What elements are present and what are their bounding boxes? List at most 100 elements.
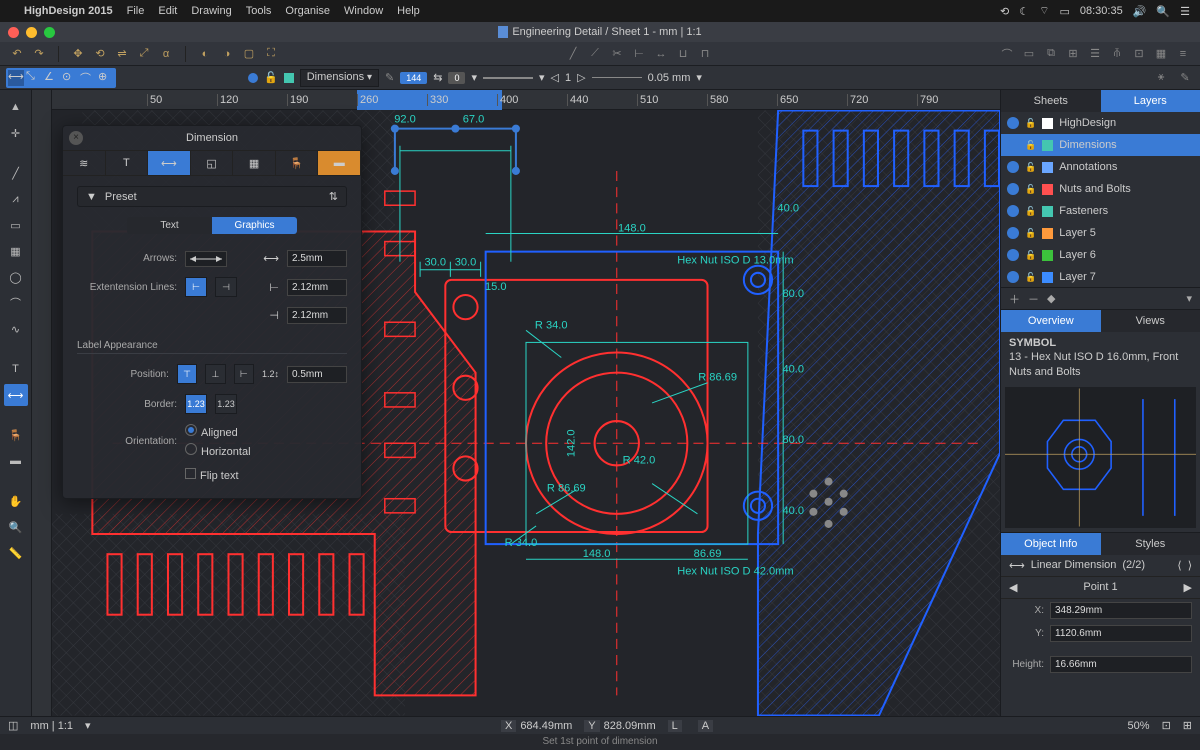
- battery-icon[interactable]: ▭: [1059, 5, 1069, 18]
- layer-visibility-icon[interactable]: [1007, 117, 1019, 129]
- field-height[interactable]: [1050, 656, 1192, 673]
- dim-mode-4-icon[interactable]: ⊙: [62, 70, 78, 86]
- tb-line2-icon[interactable]: ⟋: [586, 45, 604, 63]
- obj-prev-button[interactable]: ⟨: [1177, 559, 1181, 572]
- layer-swatch-icon[interactable]: [1042, 184, 1053, 195]
- tool-pan[interactable]: ✋: [4, 490, 28, 512]
- dropdown-2[interactable]: ▾: [539, 71, 545, 84]
- tool-hatch[interactable]: ▦: [4, 240, 28, 262]
- layer-color-icon[interactable]: [284, 73, 294, 83]
- tb-align-icon[interactable]: ☰: [1086, 45, 1104, 63]
- layer-menu-button[interactable]: ▾: [1186, 292, 1192, 305]
- minimize-window-icon[interactable]: [26, 27, 37, 38]
- dimtab-3[interactable]: ⟷: [148, 151, 191, 175]
- layer-swatch-icon[interactable]: [1042, 250, 1053, 261]
- dimtab-2[interactable]: T: [106, 151, 149, 175]
- menu-icon[interactable]: ☰: [1180, 5, 1190, 18]
- tb-join-icon[interactable]: ⊔: [674, 45, 692, 63]
- tool-select[interactable]: ▲: [4, 96, 28, 118]
- layer-row[interactable]: 🔓 Dimensions: [1001, 134, 1200, 156]
- dim-mode-3-icon[interactable]: ∠: [44, 70, 60, 86]
- layer-lock-icon[interactable]: 🔓: [1025, 206, 1036, 217]
- tb-extend-icon[interactable]: ↔: [652, 45, 670, 63]
- tab-layers[interactable]: Layers: [1101, 90, 1200, 112]
- tb-scale-icon[interactable]: ⤢: [135, 45, 153, 63]
- layer-visibility-icon[interactable]: [1007, 227, 1019, 239]
- app-name[interactable]: HighDesign 2015: [24, 5, 113, 17]
- lineweight-preview[interactable]: [592, 77, 642, 78]
- tool-wall[interactable]: ▬: [4, 450, 28, 472]
- tb-frame-icon[interactable]: ▢: [240, 45, 258, 63]
- tool-measure[interactable]: 📏: [4, 542, 28, 564]
- layer-swatch-icon[interactable]: [1042, 228, 1053, 239]
- field-x[interactable]: [1050, 602, 1192, 619]
- layer-lock-icon[interactable]: 🔓: [1025, 184, 1036, 195]
- menu-organise[interactable]: Organise: [285, 5, 330, 17]
- overview-preview[interactable]: [1005, 387, 1196, 528]
- layer-visibility-icon[interactable]: [1007, 271, 1019, 283]
- dim-mode-2-icon[interactable]: ⤡: [26, 70, 42, 86]
- layer-lock-icon[interactable]: 🔓: [1025, 272, 1036, 283]
- tab-overview[interactable]: Overview: [1001, 310, 1101, 332]
- prop-tool1-icon[interactable]: ⚹: [1152, 69, 1170, 87]
- arrow-style-selector[interactable]: [185, 251, 227, 267]
- linetype-preview[interactable]: [483, 77, 533, 79]
- tb-expand-icon[interactable]: ⛶: [262, 45, 280, 63]
- dimtab-7[interactable]: ▬: [318, 151, 361, 175]
- tb-rect-icon[interactable]: ▭: [1020, 45, 1038, 63]
- tb-alpha-icon[interactable]: α: [157, 45, 175, 63]
- pen-weight-icon[interactable]: ✎: [385, 71, 394, 84]
- menu-tools[interactable]: Tools: [246, 5, 272, 17]
- tb-line1-icon[interactable]: ╱: [564, 45, 582, 63]
- pos-field[interactable]: [287, 366, 347, 383]
- border-btn-1[interactable]: 1.23: [185, 394, 207, 414]
- tool-dimension[interactable]: ⟷: [4, 384, 28, 406]
- tab-object-info[interactable]: Object Info: [1001, 533, 1101, 555]
- ext-field-2[interactable]: [287, 307, 347, 324]
- chip-2[interactable]: 0: [448, 72, 465, 84]
- obj-next-button[interactable]: ⟩: [1188, 559, 1192, 572]
- check-flip[interactable]: Flip text: [185, 468, 239, 482]
- menu-file[interactable]: File: [127, 5, 145, 17]
- layer-row[interactable]: 🔓 Layer 5: [1001, 222, 1200, 244]
- spotlight-icon[interactable]: 🔍: [1156, 5, 1170, 18]
- pos-btn-1[interactable]: ⊤: [177, 364, 197, 384]
- tb-layers-icon[interactable]: ≡: [1174, 45, 1192, 63]
- status-tool1-icon[interactable]: ⊡: [1162, 719, 1171, 732]
- field-y[interactable]: [1050, 625, 1192, 642]
- layer-add-button[interactable]: ＋: [1009, 291, 1020, 307]
- dimtab-5[interactable]: ▦: [233, 151, 276, 175]
- tb-arc-icon[interactable]: ⌒: [998, 45, 1016, 63]
- dnd-icon[interactable]: ☾: [1019, 5, 1029, 18]
- tb-redo-icon[interactable]: ↷: [30, 45, 48, 63]
- layer-visibility-icon[interactable]: [1007, 249, 1019, 261]
- tool-arc[interactable]: ⌒: [4, 292, 28, 314]
- wifi-icon[interactable]: ⌔: [1039, 4, 1049, 18]
- dim-mode-1-icon[interactable]: ⟷: [8, 70, 24, 86]
- layer-swatch-icon[interactable]: [1042, 272, 1053, 283]
- layer-remove-button[interactable]: －: [1028, 291, 1039, 307]
- tb-distribute-icon[interactable]: ⫚: [1108, 45, 1126, 63]
- tool-line[interactable]: ╱: [4, 162, 28, 184]
- status-icon-2[interactable]: ▾: [85, 719, 91, 732]
- layer-vis-icon[interactable]: [248, 73, 258, 83]
- tb-snap-icon[interactable]: ⊡: [1130, 45, 1148, 63]
- tb-rotate-icon[interactable]: ⟲: [91, 45, 109, 63]
- tab-views[interactable]: Views: [1101, 310, 1200, 332]
- tool-rect[interactable]: ▭: [4, 214, 28, 236]
- menu-edit[interactable]: Edit: [158, 5, 177, 17]
- panel-close-button[interactable]: ×: [69, 131, 83, 145]
- pos-btn-2[interactable]: ⊥: [205, 364, 225, 384]
- preset-selector[interactable]: ▼Preset⇅: [77, 186, 347, 207]
- lineweight-value[interactable]: 0.05 mm: [648, 72, 691, 84]
- ext-btn-2[interactable]: ⊣: [215, 277, 237, 297]
- tool-zoom[interactable]: 🔍: [4, 516, 28, 538]
- layer-options-button[interactable]: ◆: [1047, 292, 1055, 305]
- tool-polyline[interactable]: ⩘: [4, 188, 28, 210]
- tool-crosshair[interactable]: ✛: [4, 122, 28, 144]
- dim-mode-5-icon[interactable]: ⌒: [80, 70, 96, 86]
- status-tool2-icon[interactable]: ⊞: [1183, 719, 1192, 732]
- ext-btn-1[interactable]: ⊢: [185, 277, 207, 297]
- layer-visibility-icon[interactable]: [1007, 161, 1019, 173]
- layer-lock-icon[interactable]: 🔓: [1025, 118, 1036, 129]
